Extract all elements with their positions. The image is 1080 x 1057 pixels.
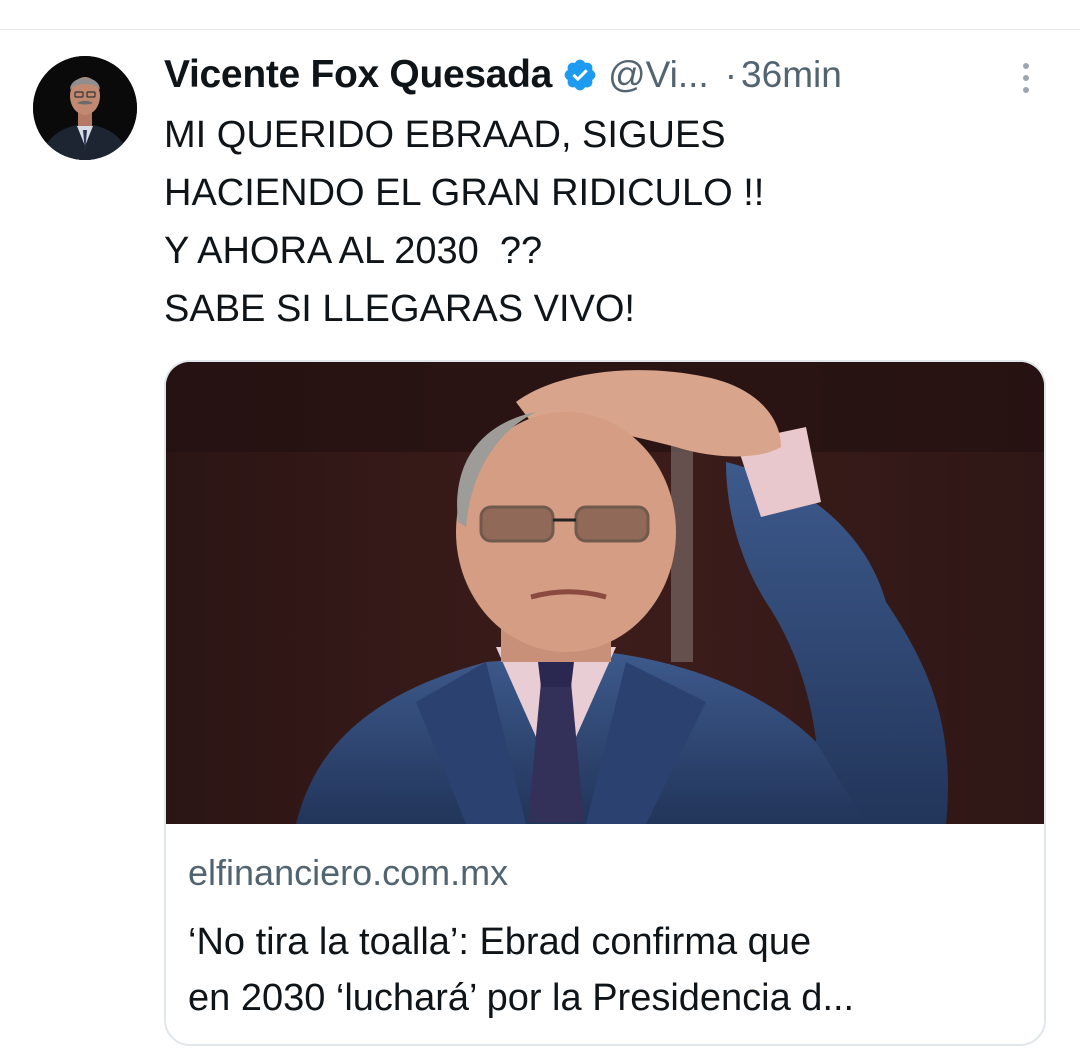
tweet-header: Vicente Fox Quesada @Vi... · 36min — [164, 48, 842, 102]
author-name[interactable]: Vicente Fox Quesada — [164, 53, 552, 97]
avatar[interactable] — [33, 56, 137, 160]
link-card[interactable]: elfinanciero.com.mx ‘No tira la toalla’:… — [164, 360, 1046, 1046]
top-divider — [0, 29, 1080, 30]
author-handle[interactable]: @Vi... — [608, 54, 709, 96]
tweet-text: MI QUERIDO EBRAAD, SIGUES HACIENDO EL GR… — [164, 114, 765, 330]
link-card-title: ‘No tira la toalla’: Ebrad confirma que … — [188, 921, 855, 1019]
separator-dot: · — [724, 54, 738, 95]
avatar-photo — [33, 56, 137, 160]
link-card-image — [166, 362, 1044, 824]
more-dot — [1023, 75, 1029, 81]
link-card-domain: elfinanciero.com.mx — [188, 852, 509, 893]
more-options-icon[interactable] — [1016, 58, 1036, 98]
more-dot — [1023, 87, 1029, 93]
timestamp[interactable]: 36min — [741, 54, 842, 96]
more-dot — [1023, 63, 1029, 69]
verified-badge-icon — [562, 57, 598, 93]
